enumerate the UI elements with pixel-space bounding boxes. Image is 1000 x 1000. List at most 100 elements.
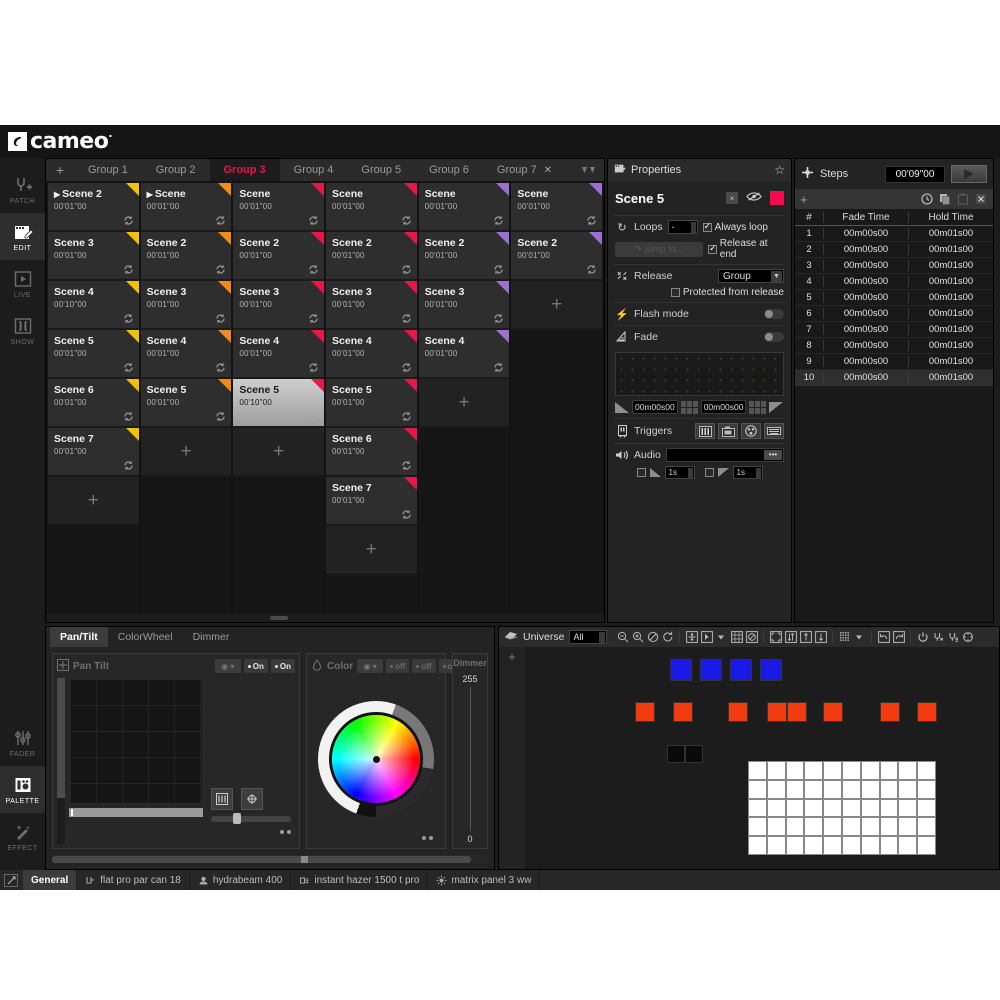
zoom-reset-icon[interactable] (646, 631, 659, 644)
delete-icon[interactable] (974, 192, 988, 206)
fixture-matrix-panel-3-ww[interactable] (804, 761, 824, 780)
scene-hscrollbar[interactable] (46, 614, 604, 622)
fixture-matrix-panel-3-ww[interactable] (860, 779, 880, 799)
scene-cell[interactable]: Scene 5 00'01"00 (48, 330, 139, 377)
fixture-matrix-panel-3-ww[interactable] (879, 836, 899, 855)
fixture-matrix-panel-3-ww[interactable] (823, 817, 842, 837)
fixture-matrix-panel-3-ww[interactable] (748, 836, 767, 855)
loop-icon[interactable] (401, 411, 412, 422)
group-tab-6[interactable]: Group 6 (415, 159, 483, 181)
loop-icon[interactable] (308, 411, 319, 422)
add-group-button[interactable]: + (46, 159, 74, 181)
always-loop-checkbox[interactable]: Always loop (702, 221, 768, 233)
scene-cell[interactable]: Scene 00'01"00 (418, 183, 510, 230)
audio-more-button[interactable]: ••• (764, 450, 782, 460)
group-overflow-icon[interactable] (581, 159, 604, 181)
fixture-matrix-panel-3-ww[interactable] (748, 779, 767, 799)
fixture-matrix-panel-3-ww[interactable] (879, 779, 899, 799)
loop-icon[interactable] (123, 313, 134, 324)
loop-icon[interactable] (493, 313, 504, 324)
tab-colorwheel[interactable]: ColorWheel (108, 627, 183, 647)
pan-toggle-button[interactable]: On (243, 659, 268, 673)
release-at-end-checkbox[interactable]: Release at end (708, 238, 784, 260)
loop-icon[interactable] (123, 215, 134, 226)
fixture-matrix-panel-3-ww[interactable] (917, 779, 936, 799)
fade-curve-canvas[interactable] (615, 352, 784, 396)
fader-grid-icon[interactable] (211, 788, 233, 810)
fixture-matrix-panel-3-ww[interactable] (823, 798, 842, 818)
table-row[interactable]: 7 00m00s00 00m01s00 (795, 322, 993, 338)
fade-out-time-field[interactable]: 00m00s00 (700, 400, 747, 414)
sidebar-item-palette[interactable]: PALETTE (0, 766, 45, 813)
scene-cell[interactable]: Scene 7 00'01"00 (48, 428, 139, 475)
tab-pan-tilt[interactable]: Pan/Tilt (50, 627, 108, 647)
color-fixture-dropdown[interactable]: ◉ ▾ (357, 659, 384, 673)
pan-horizontal-slider[interactable] (69, 808, 203, 817)
grid-icon[interactable] (730, 631, 743, 644)
group-tab-5[interactable]: Group 5 (347, 159, 415, 181)
scene-cell[interactable]: Scene 4 00'01"00 (418, 330, 510, 377)
loop-icon[interactable] (586, 264, 597, 275)
fixture-flat-pro-par-can[interactable] (670, 659, 692, 681)
clock-icon[interactable] (920, 192, 934, 206)
status-tab-matrix-panel-3-ww[interactable]: matrix panel 3 ww (428, 870, 541, 890)
fixture-matrix-panel-3-ww[interactable] (860, 761, 880, 780)
flash-mode-toggle[interactable] (764, 309, 784, 319)
add-scene-button[interactable]: + (326, 526, 417, 573)
fixture-instant-hazer[interactable] (685, 745, 703, 763)
select-icon[interactable] (700, 631, 713, 644)
loop-icon[interactable] (123, 362, 134, 373)
fixture-flat-pro-par-can[interactable] (760, 659, 782, 681)
fixture-matrix-panel-3-ww[interactable] (879, 761, 899, 780)
loop-icon[interactable] (215, 215, 226, 226)
scene-cell[interactable]: Scene 00'01"00 (326, 183, 417, 230)
add-scene-button[interactable]: + (418, 379, 510, 426)
loop-icon[interactable] (215, 411, 226, 422)
fixture-matrix-panel-3-ww[interactable] (917, 836, 936, 855)
table-row[interactable]: 2 00m00s00 00m01s00 (795, 242, 993, 258)
scene-cell[interactable]: Scene 2 00'01"00 (140, 232, 232, 279)
loop-icon[interactable] (493, 362, 504, 373)
fixture-hydrabeam[interactable] (635, 702, 655, 722)
universe-canvas[interactable] (525, 647, 999, 869)
pan-tilt-xy-pad[interactable] (69, 678, 203, 804)
keyboard-icon[interactable] (764, 423, 784, 439)
loop-icon[interactable] (215, 313, 226, 324)
redo-icon[interactable] (892, 631, 905, 644)
scene-cell[interactable]: Scene 4 00'10"00 (48, 281, 139, 328)
loops-spinner[interactable]: - (667, 220, 698, 234)
fixture-hydrabeam[interactable] (673, 702, 693, 722)
loop-icon[interactable] (123, 411, 134, 422)
scene-cell[interactable]: Scene 00'01"00 (511, 183, 603, 230)
fixture-matrix-panel-3-ww[interactable] (879, 798, 899, 818)
pan-tilt-speed-slider[interactable] (211, 813, 291, 824)
loop-icon[interactable] (493, 264, 504, 275)
fixture-matrix-panel-3-ww[interactable] (879, 817, 899, 837)
loop-icon[interactable] (586, 215, 597, 226)
star-icon[interactable]: ☆ (774, 163, 785, 177)
color-ring[interactable] (318, 701, 434, 817)
steps-total-time[interactable]: 00'09"00 (885, 165, 945, 183)
scene-cell[interactable]: Scene 6 00'01"00 (48, 379, 139, 426)
release-select[interactable]: Group ▼ (718, 269, 784, 283)
fixture-matrix-panel-3-ww[interactable] (785, 817, 805, 837)
fixture-matrix-panel-3-ww[interactable] (766, 817, 786, 837)
sidebar-item-patch[interactable]: PATCH (0, 166, 45, 213)
scene-cell[interactable]: Scene 7 00'01"00 (326, 477, 417, 524)
loop-icon[interactable] (123, 264, 134, 275)
loop-icon[interactable] (401, 509, 412, 520)
fixture-matrix-panel-3-ww[interactable] (823, 761, 842, 780)
fixture-matrix-panel-3-ww[interactable] (785, 836, 805, 855)
scene-cell[interactable]: Scene 6 00'01"00 (326, 428, 417, 475)
general-icon[interactable] (4, 873, 18, 887)
scene-cell[interactable]: Scene 2 00'01"00 (418, 232, 510, 279)
status-tab-general[interactable]: General (23, 870, 78, 890)
power-icon[interactable] (916, 631, 929, 644)
fixture-matrix-panel-3-ww[interactable] (842, 779, 861, 799)
steps-play-button[interactable] (951, 165, 987, 183)
fixture-hydrabeam[interactable] (767, 702, 787, 722)
audio-fade-in-field[interactable]: 1s (664, 466, 695, 479)
fixture-matrix-panel-3-ww[interactable] (860, 836, 880, 855)
fixture-matrix-panel-3-ww[interactable] (898, 761, 918, 780)
table-row[interactable]: 10 00m00s00 00m01s00 (795, 370, 993, 386)
